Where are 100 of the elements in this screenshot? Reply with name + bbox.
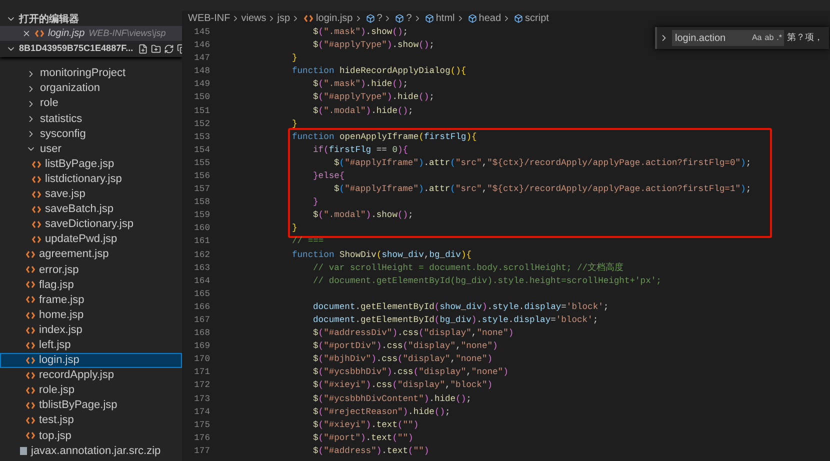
line-number: 169: [193, 340, 210, 354]
file-name: listByPage.jsp: [45, 156, 114, 172]
code-line: if(firstFlg == 0){: [313, 144, 408, 155]
file-item[interactable]: top.jsp: [0, 428, 182, 444]
file-item[interactable]: left.jsp: [0, 338, 182, 353]
breadcrumb-item[interactable]: script: [525, 11, 549, 26]
file-name: index.jsp: [39, 322, 82, 338]
folder-item[interactable]: monitoringProject: [0, 66, 182, 82]
folder-item[interactable]: statistics: [0, 111, 182, 126]
line-number: 158: [193, 196, 210, 210]
new-file-icon[interactable]: [138, 44, 148, 54]
breadcrumb-item[interactable]: jsp: [277, 11, 290, 26]
line-number: 146: [193, 39, 210, 52]
section-header[interactable]: 打开的编辑器: [0, 12, 182, 26]
breadcrumb-item[interactable]: login.jsp: [316, 11, 353, 26]
file-item[interactable]: saveDictionary.jsp: [0, 216, 182, 232]
code-line: $("#xieyi").text(""): [313, 420, 419, 430]
code-file-icon: [26, 356, 35, 364]
file-path: WEB-INF\views\jsp: [88, 26, 166, 40]
folder-item[interactable]: organization: [0, 81, 182, 96]
code-line: $("#applyIframe").attr("src","${ctx}/recordApply/applyPage.action?firstFlg=0");: [334, 158, 752, 168]
code-file-icon: [26, 342, 35, 349]
line-number: 171: [193, 366, 210, 380]
file-item[interactable]: login.jsp: [0, 352, 182, 368]
line-number: 161: [193, 235, 210, 248]
close-icon[interactable]: [22, 29, 31, 38]
file-item[interactable]: frame.jsp: [0, 292, 182, 308]
file-item[interactable]: test.jsp: [0, 413, 182, 428]
line-number: 145: [193, 26, 210, 39]
code-line: $("#bjhDiv").css("display","none"): [313, 354, 493, 364]
file-item[interactable]: saveBatch.jsp: [0, 202, 182, 217]
file-name: agreement.jsp: [39, 247, 109, 262]
line-number: 159: [193, 209, 210, 222]
folder-header[interactable]: 8B1D43959B75C1E4887F...: [0, 41, 182, 57]
symbol-icon: [514, 14, 524, 23]
folder-item[interactable]: sysconfig: [0, 126, 182, 142]
breadcrumb-item[interactable]: ?: [376, 11, 382, 26]
code-line: $(".modal").hide();: [313, 106, 414, 116]
code-file-icon: [32, 220, 41, 228]
file-item[interactable]: flag.jsp: [0, 277, 182, 292]
code-file-icon: [26, 266, 35, 274]
code-line: $(".mask").show();: [313, 26, 408, 37]
line-number: 163: [193, 262, 210, 275]
file-item[interactable]: home.jsp: [0, 308, 182, 323]
file-name: javax.annotation.jar.src.zip: [31, 444, 161, 459]
file-name: top.jsp: [39, 428, 72, 444]
code-line: // document.getElementById(bg_div).style.height=scrollHeight+'px';: [313, 276, 662, 286]
breadcrumb-item[interactable]: WEB-INF: [188, 11, 230, 26]
file-item[interactable]: save.jsp: [0, 186, 182, 202]
file-name: save.jsp: [45, 187, 86, 202]
refresh-icon[interactable]: [164, 44, 174, 54]
file-item[interactable]: role.jsp: [0, 382, 182, 398]
code-file-icon: [26, 402, 35, 410]
file-item[interactable]: listdictionary.jsp: [0, 172, 182, 187]
file-name: saveDictionary.jsp: [45, 217, 134, 232]
file-item[interactable]: recordApply.jsp: [0, 368, 182, 383]
folder-item[interactable]: role: [0, 96, 182, 112]
line-number: 153: [193, 130, 210, 144]
file-item[interactable]: listByPage.jsp: [0, 156, 182, 172]
file-name: user: [40, 142, 62, 157]
search-option-button[interactable]: .*: [776, 32, 782, 44]
file-item[interactable]: index.jsp: [0, 322, 182, 338]
breadcrumb-item[interactable]: head: [478, 11, 502, 26]
code-line: $("#applyType").hide();: [313, 92, 434, 102]
file-name: updatePwd.jsp: [45, 232, 118, 248]
file-name: home.jsp: [39, 308, 84, 323]
code-line: function hideRecordApplyDialog(){: [292, 66, 466, 76]
line-number: 177: [193, 444, 210, 458]
code-line: }else{: [313, 170, 345, 181]
code-file-icon: [26, 372, 35, 379]
file-name: role: [40, 96, 58, 112]
file-item[interactable]: tblistByPage.jsp: [0, 398, 182, 414]
line-number: 167: [193, 314, 210, 328]
code-file-icon: [26, 296, 35, 304]
code-file-icon: [26, 432, 35, 440]
breadcrumb-item[interactable]: views: [241, 11, 266, 26]
code-file-icon: [32, 206, 41, 213]
code-line: $("#rejectReason").hide();: [313, 406, 450, 417]
code-file-icon: [32, 160, 41, 168]
code-line: $("#xieyi").css("display","block"): [313, 380, 493, 390]
open-editor-item[interactable]: login.jsp WEB-INF\views\jsp: [0, 26, 182, 41]
line-number: 157: [193, 183, 210, 196]
line-number: 173: [193, 392, 210, 406]
search-field[interactable]: login.action Aa ab .*: [672, 30, 784, 46]
line-number: 151: [193, 104, 210, 118]
search-option-button[interactable]: Aa: [752, 32, 762, 44]
file-item[interactable]: updatePwd.jsp: [0, 232, 182, 248]
file-item[interactable]: agreement.jsp: [0, 247, 182, 262]
line-number: 154: [193, 144, 210, 157]
file-item[interactable]: javax.annotation.jar.src.zip: [0, 443, 182, 458]
line-number: 176: [193, 432, 210, 445]
breadcrumb-item[interactable]: ?: [406, 11, 412, 26]
breadcrumb-item[interactable]: html: [436, 11, 455, 26]
code-line: $("#applyType").show();: [313, 40, 434, 50]
search-option-button[interactable]: ab: [764, 32, 774, 44]
folder-item[interactable]: user: [0, 141, 182, 157]
line-number: 160: [193, 222, 210, 236]
line-number: 149: [193, 78, 210, 92]
file-item[interactable]: error.jsp: [0, 262, 182, 278]
new-folder-icon[interactable]: [151, 44, 162, 54]
